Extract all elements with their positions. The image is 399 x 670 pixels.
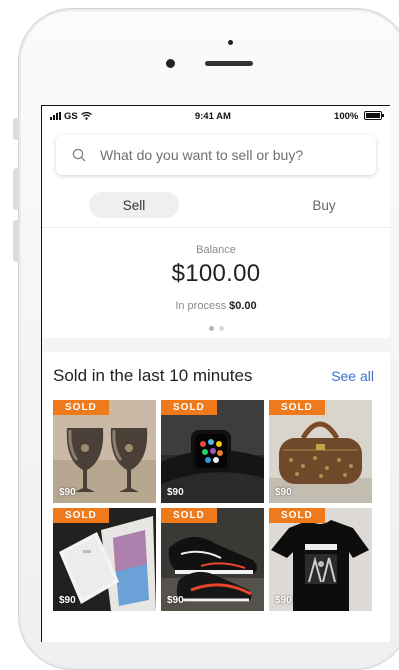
sold-badge: SOLD: [161, 400, 217, 415]
carrier-group: GS: [50, 111, 92, 122]
sold-item[interactable]: SOLD $90: [53, 400, 156, 503]
tab-buy[interactable]: Buy: [294, 192, 354, 218]
item-price: $90: [167, 595, 184, 606]
sold-item[interactable]: SOLD $90: [161, 400, 264, 503]
sold-badge: SOLD: [269, 508, 325, 523]
item-price: $90: [275, 487, 292, 498]
page-dot: [218, 326, 224, 331]
item-price: $90: [59, 595, 76, 606]
balance-label: Balance: [196, 244, 236, 256]
carrier-name: GS: [64, 110, 78, 122]
mute-switch: [13, 118, 19, 140]
balance-amount: $100.00: [171, 260, 261, 287]
sold-item[interactable]: SOLD $90: [53, 508, 156, 611]
sold-badge: SOLD: [53, 508, 109, 523]
sold-items-grid: SOLD $90 SOLD $90 SOLD $90 SOLD $90 SOLD…: [42, 394, 390, 611]
section-gap: [42, 338, 390, 352]
clock: 9:41 AM: [194, 110, 231, 122]
in-process-amount: $0.00: [229, 300, 257, 312]
search-bar[interactable]: [56, 135, 376, 175]
sold-section-header: Sold in the last 10 minutes See all: [42, 366, 390, 394]
sold-item[interactable]: SOLD $90: [161, 508, 264, 611]
sold-item[interactable]: SOLD $90: [269, 508, 372, 611]
status-bar: GS 9:41 AM 100%: [42, 106, 390, 126]
page-dot-active: [208, 326, 214, 331]
item-price: $90: [59, 487, 76, 498]
section-title: Sold in the last 10 minutes: [53, 366, 253, 385]
sold-item[interactable]: SOLD $90: [269, 400, 372, 503]
see-all-link[interactable]: See all: [331, 368, 374, 384]
item-price: $90: [167, 487, 184, 498]
volume-down-button: [13, 220, 19, 262]
page-indicator: [42, 326, 390, 331]
earpiece-speaker: [205, 61, 253, 66]
signal-icon: [50, 112, 61, 120]
search-input[interactable]: [98, 146, 352, 164]
wifi-icon: [80, 112, 92, 120]
sold-badge: SOLD: [161, 508, 217, 523]
proximity-sensor: [228, 40, 233, 45]
battery-icon: [363, 111, 384, 121]
front-camera: [166, 59, 175, 68]
volume-up-button: [13, 168, 19, 210]
battery-group: 100%: [334, 110, 384, 122]
in-process-label: In process: [175, 300, 227, 312]
search-icon: [72, 148, 86, 162]
sold-badge: SOLD: [269, 400, 325, 415]
sell-buy-tabs: Sell Buy: [42, 191, 390, 219]
in-process-row: In process $0.00: [42, 300, 390, 312]
tab-sell[interactable]: Sell: [89, 192, 179, 218]
sold-badge: SOLD: [53, 400, 109, 415]
balance-card[interactable]: Balance $100.00 In process $0.00: [42, 228, 390, 338]
item-price: $90: [275, 595, 292, 606]
battery-percent: 100%: [334, 110, 359, 122]
app-screen: GS 9:41 AM 100% Sell Buy Balance $100.00…: [41, 105, 390, 642]
